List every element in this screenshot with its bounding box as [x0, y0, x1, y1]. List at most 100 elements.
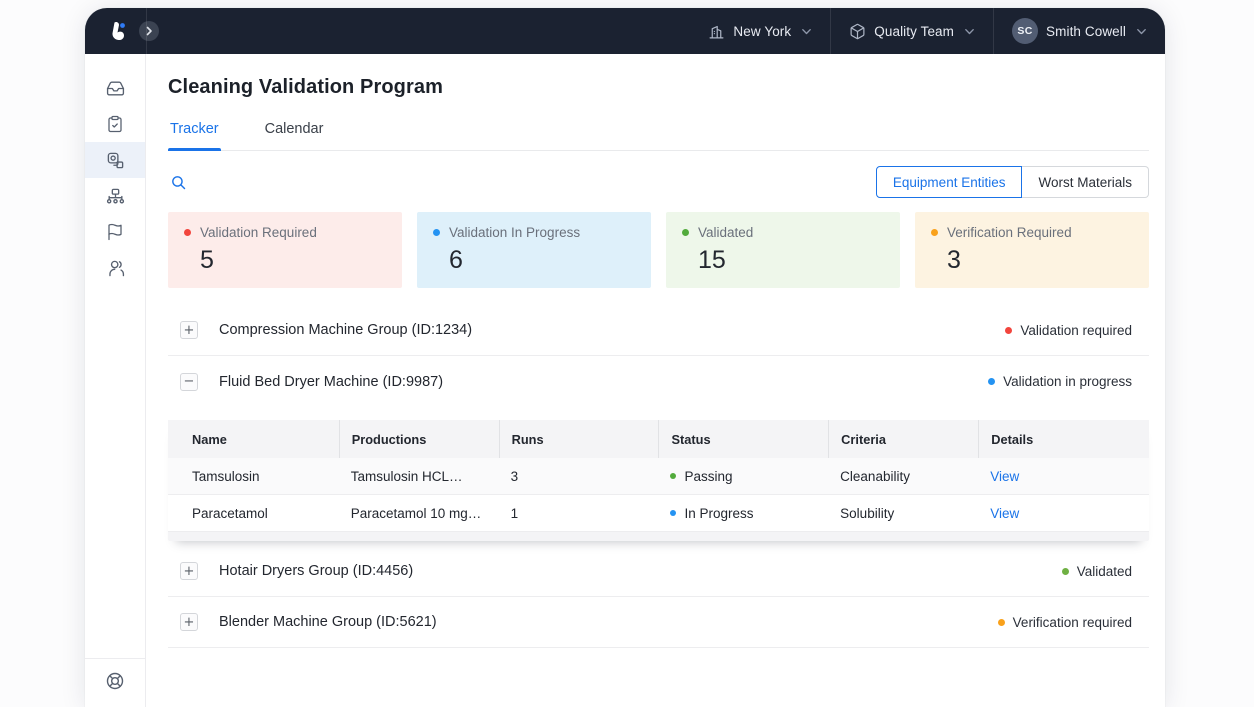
summary-cards: Validation Required 5 Validation In Prog… [168, 212, 1149, 288]
collapse-icon[interactable]: − [180, 373, 198, 391]
status-cell: In Progress [670, 506, 753, 521]
location-selector[interactable]: New York [690, 8, 830, 54]
sidebar-item-flags[interactable] [85, 214, 145, 250]
column-header-details: Details [978, 420, 1149, 458]
card-head: Validation Required [184, 225, 386, 240]
card-validation-in-progress: Validation In Progress 6 [417, 212, 651, 288]
card-verification-required: Verification Required 3 [915, 212, 1149, 288]
card-validation-required: Validation Required 5 [168, 212, 402, 288]
column-header-name: Name [168, 420, 339, 458]
view-link[interactable]: View [990, 469, 1019, 484]
equipment-group-list: + Compression Machine Group (ID:1234) Va… [168, 305, 1149, 648]
sidebar-footer [85, 658, 145, 707]
view-toggle: Equipment Entities Worst Materials [876, 166, 1149, 198]
cell-status: In Progress [658, 495, 828, 531]
card-label: Verification Required [947, 225, 1072, 240]
topbar: New York Quality Team [85, 8, 1165, 54]
expand-icon[interactable]: + [180, 562, 198, 580]
sidebar-item-help[interactable] [105, 671, 125, 691]
status-dot [682, 229, 689, 236]
tab-tracker[interactable]: Tracker [168, 113, 221, 150]
team-selector[interactable]: Quality Team [830, 8, 993, 54]
card-count: 3 [947, 246, 1133, 275]
user-name: Smith Cowell [1046, 24, 1126, 39]
sidebar-item-hierarchy[interactable] [85, 178, 145, 214]
status-label: Verification required [1013, 615, 1132, 630]
topbar-left [85, 8, 159, 54]
cell-name: Paracetamol [168, 495, 339, 531]
status-label: Validation required [1020, 323, 1132, 338]
cell-details: View [978, 495, 1149, 531]
group-row-fluid-bed-dryer[interactable]: − Fluid Bed Dryer Machine (ID:9987) Vali… [168, 356, 1149, 407]
group-left: + Hotair Dryers Group (ID:4456) [168, 562, 413, 580]
sidebar-item-teams[interactable] [85, 250, 145, 286]
app-logo-icon[interactable] [105, 18, 131, 44]
cell-productions: Paracetamol 10 mg… [339, 495, 499, 531]
workflow-icon [106, 151, 125, 170]
sidebar-nav [85, 54, 146, 707]
cell-runs: 1 [499, 495, 659, 531]
card-validated: Validated 15 [666, 212, 900, 288]
sidebar-item-inbox[interactable] [85, 70, 145, 106]
table-row: Tamsulosin Tamsulosin HCL… 3 Passing Cle… [168, 458, 1149, 495]
cell-criteria: Cleanability [828, 458, 978, 494]
sidebar-spacer [85, 286, 145, 658]
column-header-criteria: Criteria [828, 420, 978, 458]
chevron-down-icon [1136, 26, 1147, 37]
lifebuoy-help-icon [105, 671, 125, 691]
search-button[interactable] [168, 172, 189, 193]
status-dot [988, 378, 995, 385]
expand-icon[interactable]: + [180, 321, 198, 339]
status-cell: Passing [670, 469, 732, 484]
status-dot [1062, 568, 1069, 575]
group-row-blender-machine[interactable]: + Blender Machine Group (ID:5621) Verifi… [168, 597, 1149, 648]
topbar-divider [146, 8, 147, 54]
status-label: Validation in progress [1003, 374, 1132, 389]
group-left: − Fluid Bed Dryer Machine (ID:9987) [168, 373, 443, 391]
building-icon [708, 23, 725, 40]
card-count: 5 [200, 246, 386, 275]
group-name: Fluid Bed Dryer Machine (ID:9987) [219, 374, 443, 390]
search-icon [170, 174, 187, 191]
group-row-hotair-dryers[interactable]: + Hotair Dryers Group (ID:4456) Validate… [168, 546, 1149, 597]
column-header-status: Status [658, 420, 828, 458]
status-dot [1005, 327, 1012, 334]
user-menu[interactable]: SC Smith Cowell [993, 8, 1165, 54]
sidebar-item-tasks[interactable] [85, 106, 145, 142]
cell-details: View [978, 458, 1149, 494]
chevron-down-icon [964, 26, 975, 37]
cell-name: Tamsulosin [168, 458, 339, 494]
sidebar-item-validation-programs[interactable] [85, 142, 145, 178]
status-dot [433, 229, 440, 236]
chevron-down-icon [801, 26, 812, 37]
cell-runs: 3 [499, 458, 659, 494]
worst-materials-button[interactable]: Worst Materials [1022, 166, 1149, 198]
tab-calendar[interactable]: Calendar [263, 113, 326, 150]
flag-icon [106, 223, 124, 241]
group-row-compression-machine[interactable]: + Compression Machine Group (ID:1234) Va… [168, 305, 1149, 356]
equipment-entities-button[interactable]: Equipment Entities [876, 166, 1023, 198]
desktop-background: New York Quality Team [0, 0, 1254, 707]
topbar-right: New York Quality Team [690, 8, 1165, 54]
status-dot [998, 619, 1005, 626]
card-head: Verification Required [931, 225, 1133, 240]
card-label: Validation Required [200, 225, 317, 240]
location-label: New York [733, 24, 791, 39]
expand-icon[interactable]: + [180, 613, 198, 631]
cell-productions: Tamsulosin HCL… [339, 458, 499, 494]
group-left: + Compression Machine Group (ID:1234) [168, 321, 472, 339]
status-label: Validated [1077, 564, 1132, 579]
group-status: Verification required [998, 615, 1149, 630]
sidebar-expand-button[interactable] [139, 21, 159, 41]
view-link[interactable]: View [990, 506, 1019, 521]
tab-bar: Tracker Calendar [168, 113, 1149, 151]
group-name: Hotair Dryers Group (ID:4456) [219, 563, 413, 579]
status-label: Passing [684, 469, 732, 484]
status-label: In Progress [684, 506, 753, 521]
toolbar: Equipment Entities Worst Materials [168, 166, 1149, 198]
clipboard-check-icon [106, 115, 124, 133]
window-body: Cleaning Validation Program Tracker Cale… [85, 54, 1165, 707]
card-label: Validation In Progress [449, 225, 580, 240]
status-dot [184, 229, 191, 236]
column-header-productions: Productions [339, 420, 499, 458]
